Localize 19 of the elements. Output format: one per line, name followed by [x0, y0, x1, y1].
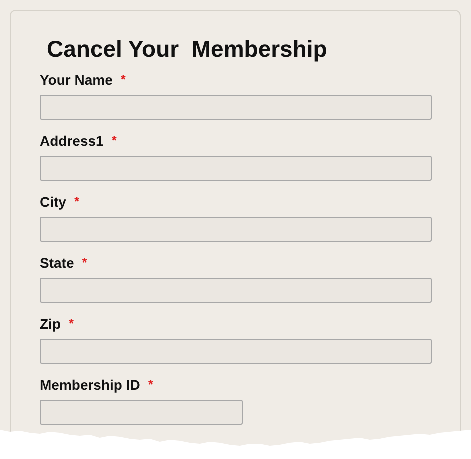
field-label: City [40, 192, 66, 212]
required-mark: * [74, 193, 80, 212]
field-label: Zip [40, 314, 61, 334]
input-field[interactable] [40, 400, 243, 425]
required-mark: * [112, 132, 117, 150]
input-field[interactable] [40, 217, 432, 242]
input-field[interactable] [40, 156, 432, 181]
field-label: Address1 [40, 132, 104, 150]
required-mark: * [82, 254, 88, 272]
required-mark: * [120, 71, 126, 90]
input-field[interactable] [40, 278, 432, 303]
input-field[interactable] [40, 95, 432, 120]
field-label: Your Name [40, 70, 113, 90]
form-title: Cancel Your Membership [47, 35, 328, 64]
field-label: Membership ID [40, 376, 140, 395]
required-mark: * [69, 315, 74, 334]
input-field[interactable] [40, 339, 432, 364]
required-mark: * [148, 376, 154, 394]
field-label: State [40, 254, 74, 272]
